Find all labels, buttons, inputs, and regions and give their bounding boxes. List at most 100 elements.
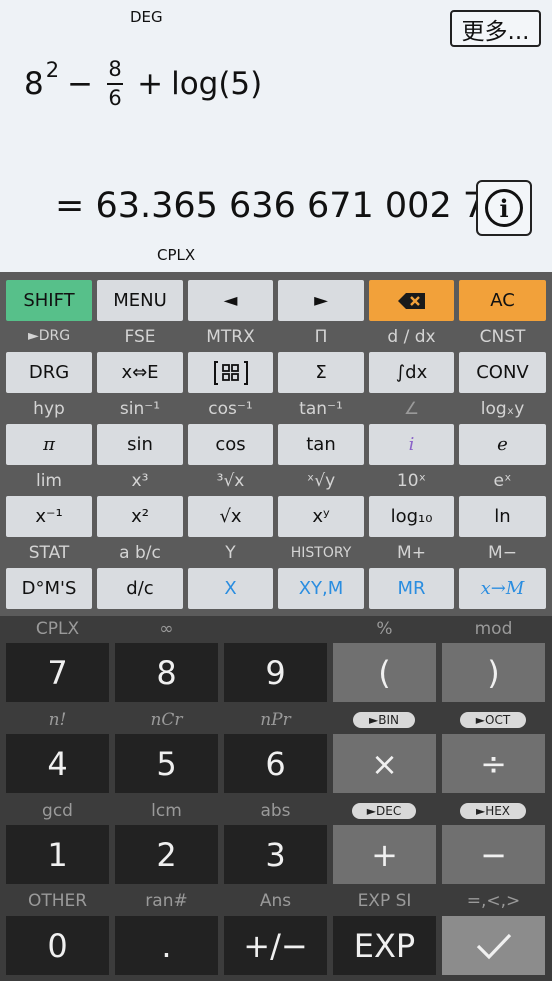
digit-5-button[interactable]: 5: [115, 734, 218, 793]
label-atan: tan⁻¹: [299, 399, 343, 419]
integral-button[interactable]: ∫dx: [369, 352, 454, 393]
open-paren-button[interactable]: (: [333, 643, 436, 702]
digit-3-button[interactable]: 3: [224, 825, 327, 884]
sum-button[interactable]: Σ: [278, 352, 364, 393]
exp-button[interactable]: EXP: [333, 916, 436, 975]
fraction-bar: [107, 83, 124, 85]
xy-m-button[interactable]: XY,M: [278, 568, 364, 609]
label-ans: Ans: [259, 891, 292, 911]
expr-minus: −: [67, 66, 94, 102]
cos-button[interactable]: cos: [188, 424, 273, 465]
matrix-button[interactable]: [188, 352, 273, 393]
label-mixed-fraction: a b/c: [119, 543, 161, 563]
label-infinity: ∞: [159, 619, 174, 639]
cursor-left-button[interactable]: ◄: [188, 280, 273, 321]
function-keypad: SHIFT MENU ◄ ► AC ►DRG FSE MTRX Π d / dx…: [0, 272, 552, 616]
label-cnst: CNST: [479, 327, 526, 347]
label-asin: sin⁻¹: [119, 399, 161, 419]
check-icon: [476, 933, 511, 959]
mr-button[interactable]: MR: [369, 568, 454, 609]
digit-6-button[interactable]: 6: [224, 734, 327, 793]
label-lcm: lcm: [151, 801, 182, 821]
digit-7-button[interactable]: 7: [6, 643, 109, 702]
close-paren-button[interactable]: ): [442, 643, 545, 702]
dms-button[interactable]: D°M'S: [6, 568, 92, 609]
digit-1-button[interactable]: 1: [6, 825, 109, 884]
ln-button[interactable]: ln: [459, 496, 546, 537]
sqrt-button[interactable]: √x: [188, 496, 273, 537]
label-npr: nPr: [260, 710, 291, 730]
sin-button[interactable]: sin: [97, 424, 183, 465]
shift-button[interactable]: SHIFT: [6, 280, 92, 321]
x-var-button[interactable]: X: [188, 568, 273, 609]
label-stat: STAT: [28, 543, 70, 563]
pi-button[interactable]: π: [6, 424, 92, 465]
label-to-bin: ►BIN: [353, 712, 415, 728]
euler-e-button[interactable]: e: [459, 424, 546, 465]
decimal-point-button[interactable]: .: [115, 916, 218, 975]
label-ncr: nCr: [150, 710, 183, 730]
label-relations: =,<,>: [466, 891, 521, 911]
label-cplx: CPLX: [35, 619, 80, 639]
store-m-button[interactable]: x→M: [459, 568, 546, 609]
reciprocal-button[interactable]: x⁻¹: [6, 496, 92, 537]
minus-button[interactable]: −: [442, 825, 545, 884]
digit-4-button[interactable]: 4: [6, 734, 109, 793]
expression[interactable]: 82 − 8 6 + log(5): [24, 52, 262, 116]
label-other: OTHER: [27, 891, 88, 911]
expr-exponent: 2: [45, 58, 60, 82]
label-m-plus: M+: [397, 543, 426, 563]
cursor-right-button[interactable]: ►: [278, 280, 364, 321]
square-button[interactable]: x²: [97, 496, 183, 537]
expr-base: 8: [24, 66, 44, 102]
info-button[interactable]: i: [476, 180, 532, 236]
label-logxy: logₓy: [480, 399, 525, 419]
label-factorial: n!: [48, 710, 67, 730]
label-to-hex: ►HEX: [460, 803, 526, 819]
fraction-numerator: 8: [108, 57, 122, 81]
label-m-minus: M−: [488, 543, 517, 563]
angle-mode-indicator: DEG: [130, 8, 163, 26]
label-ten-power: 10ˣ: [396, 471, 427, 491]
label-exp-si: EXP SI: [357, 891, 412, 911]
calculator-display: DEG 更多... 82 − 8 6 + log(5) = 63.365 636…: [0, 0, 552, 272]
drg-button[interactable]: DRG: [6, 352, 92, 393]
log10-button[interactable]: log₁₀: [369, 496, 454, 537]
digit-0-button[interactable]: 0: [6, 916, 109, 975]
numeric-keypad: CPLX ∞ % mod 7 8 9 ( ) n! nCr nPr ►BIN ►…: [0, 616, 552, 981]
equals-button[interactable]: [442, 916, 545, 975]
label-cube: x³: [131, 471, 149, 491]
expr-fraction: 8 6: [107, 57, 124, 110]
label-mod: mod: [474, 619, 513, 639]
label-e-power: eˣ: [493, 471, 512, 491]
label-random: ran#: [145, 891, 188, 911]
menu-button[interactable]: MENU: [97, 280, 183, 321]
conv-button[interactable]: CONV: [459, 352, 546, 393]
label-hyp: hyp: [33, 399, 65, 419]
ac-button[interactable]: AC: [459, 280, 546, 321]
digit-2-button[interactable]: 2: [115, 825, 218, 884]
label-xth-root: ˣ√y: [306, 471, 336, 491]
label-history: HISTORY: [290, 545, 352, 561]
divide-button[interactable]: ÷: [442, 734, 545, 793]
label-y: Y: [225, 543, 236, 563]
plus-button[interactable]: +: [333, 825, 436, 884]
result-value: = 63.365 636 671 002 7: [55, 186, 486, 226]
tan-button[interactable]: tan: [278, 424, 364, 465]
digit-9-button[interactable]: 9: [224, 643, 327, 702]
label-product: Π: [314, 327, 328, 347]
digit-8-button[interactable]: 8: [115, 643, 218, 702]
label-to-dec: ►DEC: [352, 803, 416, 819]
power-button[interactable]: xʸ: [278, 496, 364, 537]
more-button[interactable]: 更多...: [450, 10, 541, 47]
fraction-denominator: 6: [108, 86, 122, 110]
expr-plus: +: [137, 66, 164, 102]
backspace-button[interactable]: [369, 280, 454, 321]
label-lim: lim: [35, 471, 62, 491]
negate-button[interactable]: +/−: [224, 916, 327, 975]
x-e-button[interactable]: x⇔E: [97, 352, 183, 393]
multiply-button[interactable]: ×: [333, 734, 436, 793]
matrix-icon: [213, 360, 248, 385]
fraction-dc-button[interactable]: d/c: [97, 568, 183, 609]
imaginary-i-button[interactable]: i: [369, 424, 454, 465]
